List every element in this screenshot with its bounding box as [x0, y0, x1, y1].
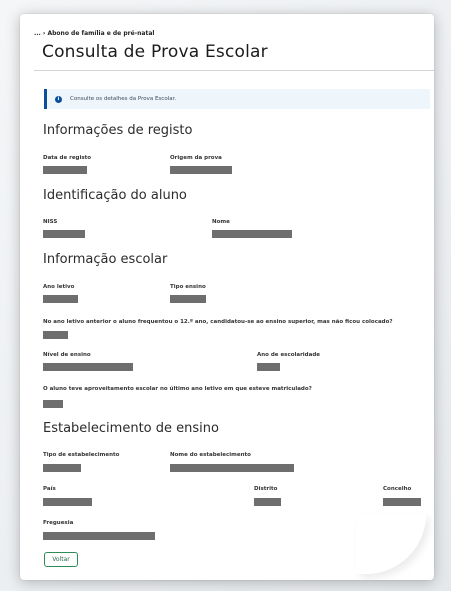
value-distrito [254, 498, 281, 506]
value-nome-estabelecimento [170, 464, 294, 472]
label-data-registo: Data de registo [43, 155, 92, 161]
value-pais [43, 498, 92, 506]
label-distrito: Distrito [254, 486, 278, 492]
value-pergunta-aproveitamento [43, 400, 63, 408]
label-pais: País [43, 486, 56, 492]
value-tipo-estabelecimento [43, 464, 81, 472]
label-tipo-ensino: Tipo ensino [170, 284, 206, 290]
page-card: ... › Abono de família e de pré-natal Co… [20, 14, 434, 580]
breadcrumb[interactable]: ... › Abono de família e de pré-natal [34, 30, 154, 37]
value-concelho [383, 498, 421, 506]
label-origem-prova: Origem da prova [170, 155, 222, 161]
value-tipo-ensino [170, 295, 206, 303]
back-button[interactable]: Voltar [44, 552, 78, 567]
label-pergunta-aproveitamento: O aluno teve aproveitamento escolar no ú… [43, 386, 312, 392]
info-alert: i Consulte os detalhes da Prova Escolar. [44, 89, 430, 109]
value-nome [212, 230, 292, 238]
background: ... › Abono de família e de pré-natal Co… [0, 0, 451, 591]
label-freguesia: Freguesia [43, 520, 74, 526]
value-ano-letivo [43, 295, 78, 303]
value-origem-prova [170, 166, 232, 174]
section-title-escolar: Informação escolar [43, 252, 168, 267]
title-divider [34, 70, 434, 71]
section-title-registo: Informações de registo [43, 123, 193, 138]
value-freguesia [43, 532, 155, 540]
label-nome-estabelecimento: Nome do estabelecimento [170, 452, 251, 458]
label-nivel-ensino: Nível de ensino [43, 352, 91, 358]
value-niss [43, 230, 85, 238]
alert-text: Consulte os detalhes da Prova Escolar. [70, 96, 177, 102]
value-data-registo [43, 166, 87, 174]
value-pergunta-12ano [43, 331, 68, 339]
label-concelho: Concelho [383, 486, 412, 492]
section-title-estabelecimento: Estabelecimento de ensino [43, 421, 219, 436]
section-title-aluno: Identificação do aluno [43, 188, 187, 203]
info-icon: i [55, 95, 62, 103]
page-curl-decoration [356, 514, 426, 574]
label-ano-letivo: Ano letivo [43, 284, 75, 290]
label-niss: NISS [43, 219, 58, 225]
page-title: Consulta de Prova Escolar [42, 42, 268, 62]
label-ano-escolaridade: Ano de escolaridade [257, 352, 321, 358]
label-nome: Nome [212, 219, 230, 225]
label-pergunta-12ano: No ano letivo anterior o aluno frequento… [43, 319, 393, 325]
label-tipo-estabelecimento: Tipo de estabelecimento [43, 452, 120, 458]
value-ano-escolaridade [257, 363, 280, 371]
value-nivel-ensino [43, 363, 133, 371]
